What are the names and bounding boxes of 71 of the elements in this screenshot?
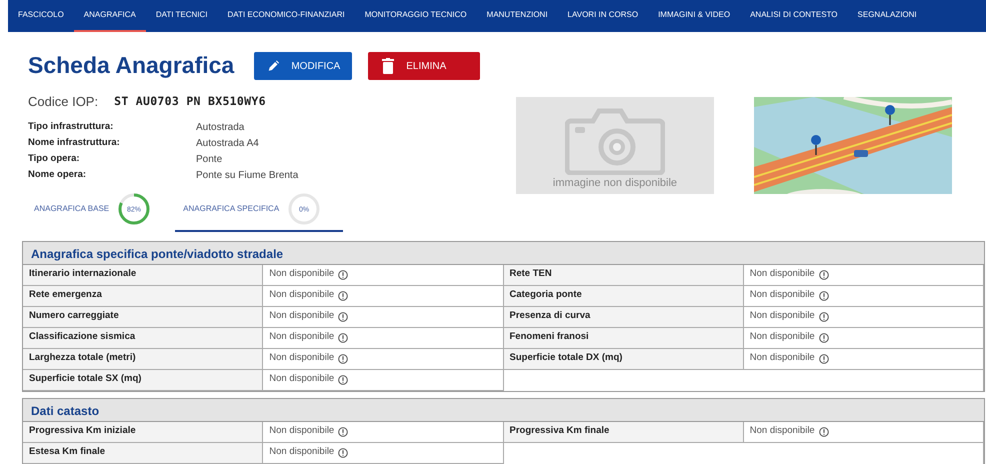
table-cell-text: Non disponibile: [750, 309, 815, 324]
code-label: Codice IOP:: [28, 93, 98, 111]
table-cell: Superficie totale DX (mq): [504, 348, 744, 370]
nav-tab[interactable]: DATI ECONOMICO-FINANZIARI: [218, 0, 355, 32]
info-icon[interactable]: [338, 332, 348, 342]
field-value: Ponte su Fiume Brenta: [196, 168, 298, 182]
table-cell: Itinerario internazionale: [23, 264, 264, 286]
code-value: ST AU0703 PN BX510WY6: [114, 93, 266, 110]
nav-tab[interactable]: ANAGRAFICA: [74, 0, 146, 32]
trash-icon: [382, 58, 394, 74]
info-icon[interactable]: [818, 270, 829, 280]
info-icon[interactable]: [338, 354, 348, 364]
table-cell-text: Non disponibile: [269, 424, 334, 438]
table-cell-text: Non disponibile: [269, 267, 334, 282]
table-cell-text: Non disponibile: [269, 445, 334, 460]
table-cell-text: Non disponibile: [750, 351, 815, 366]
table-cell: Progressiva Km iniziale: [23, 422, 264, 442]
nav-tab[interactable]: ANALISI DI CONTESTO: [740, 0, 848, 32]
nav-tab[interactable]: DATI TECNICI: [146, 0, 218, 32]
table-cell-text: Non disponibile: [269, 288, 334, 302]
info-icon[interactable]: [338, 448, 348, 458]
nav-tab[interactable]: MANUTENZIONI: [476, 0, 558, 32]
table-cell-text: Non disponibile: [269, 330, 334, 344]
info-icon[interactable]: [818, 312, 829, 322]
delete-button[interactable]: ELIMINA: [368, 52, 480, 80]
table-cell-text: Non disponibile: [269, 351, 334, 366]
field-label: Nome infrastruttura:: [28, 136, 121, 150]
table-cell: Numero carreggiate: [23, 306, 264, 328]
info-icon[interactable]: [338, 290, 348, 300]
pencil-icon: [268, 59, 280, 73]
table-cell: Estesa Km finale: [23, 442, 264, 464]
table-cell: Rete TEN: [504, 264, 744, 286]
info-icon[interactable]: [818, 332, 829, 342]
field-label: Nome opera:: [28, 168, 88, 182]
table-cell: Presenza di curva: [504, 306, 744, 328]
section-header: Dati catasto: [23, 398, 984, 422]
info-icon[interactable]: [818, 354, 829, 364]
camera-icon: [565, 106, 665, 174]
nav-tab[interactable]: FASCICOLO: [8, 0, 74, 32]
table-cell: Superficie totale SX (mq): [23, 370, 264, 390]
info-icon[interactable]: [818, 426, 829, 436]
info-icon[interactable]: [338, 374, 348, 384]
table-cell: Categoria ponte: [504, 286, 744, 306]
nav-tab[interactable]: MONITORAGGIO TECNICO: [354, 0, 477, 32]
placeholder-text: immagine non disponibile: [552, 176, 678, 190]
info-icon[interactable]: [338, 312, 348, 322]
field-value: Ponte: [196, 152, 222, 166]
table-cell-text: Non disponibile: [750, 330, 815, 344]
info-icon[interactable]: [818, 290, 829, 300]
nav-tab[interactable]: SEGNALAZIONI: [848, 0, 927, 32]
field-label: Tipo opera:: [28, 152, 81, 166]
table-cell-text: Non disponibile: [750, 267, 815, 282]
section-header: Anagrafica specifica ponte/viadotto stradale: [23, 242, 984, 264]
table-cell-text: Non disponibile: [750, 424, 815, 438]
nav-tab[interactable]: LAVORI IN CORSO: [558, 0, 648, 32]
table-cell: Rete emergenza: [23, 286, 264, 306]
info-icon[interactable]: [338, 426, 348, 436]
table-cell-text: Non disponibile: [269, 309, 334, 324]
field-value: Autostrada A4: [196, 136, 259, 150]
table-cell: Progressiva Km finale: [504, 422, 744, 442]
table-cell: Larghezza totale (metri): [23, 348, 264, 370]
nav-tab[interactable]: IMMAGINI & VIDEO: [648, 0, 740, 32]
field-value: Autostrada: [196, 120, 244, 134]
page-title: Scheda Anagrafica: [28, 52, 234, 80]
table-cell: Classificazione sismica: [23, 328, 264, 348]
info-icon[interactable]: [338, 270, 348, 280]
field-label: Tipo infrastruttura:: [28, 120, 114, 134]
table-cell-text: Non disponibile: [269, 372, 334, 386]
edit-button[interactable]: MODIFICA: [254, 52, 352, 80]
table-cell: Fenomeni franosi: [504, 328, 744, 348]
table-cell-text: Non disponibile: [750, 288, 815, 302]
